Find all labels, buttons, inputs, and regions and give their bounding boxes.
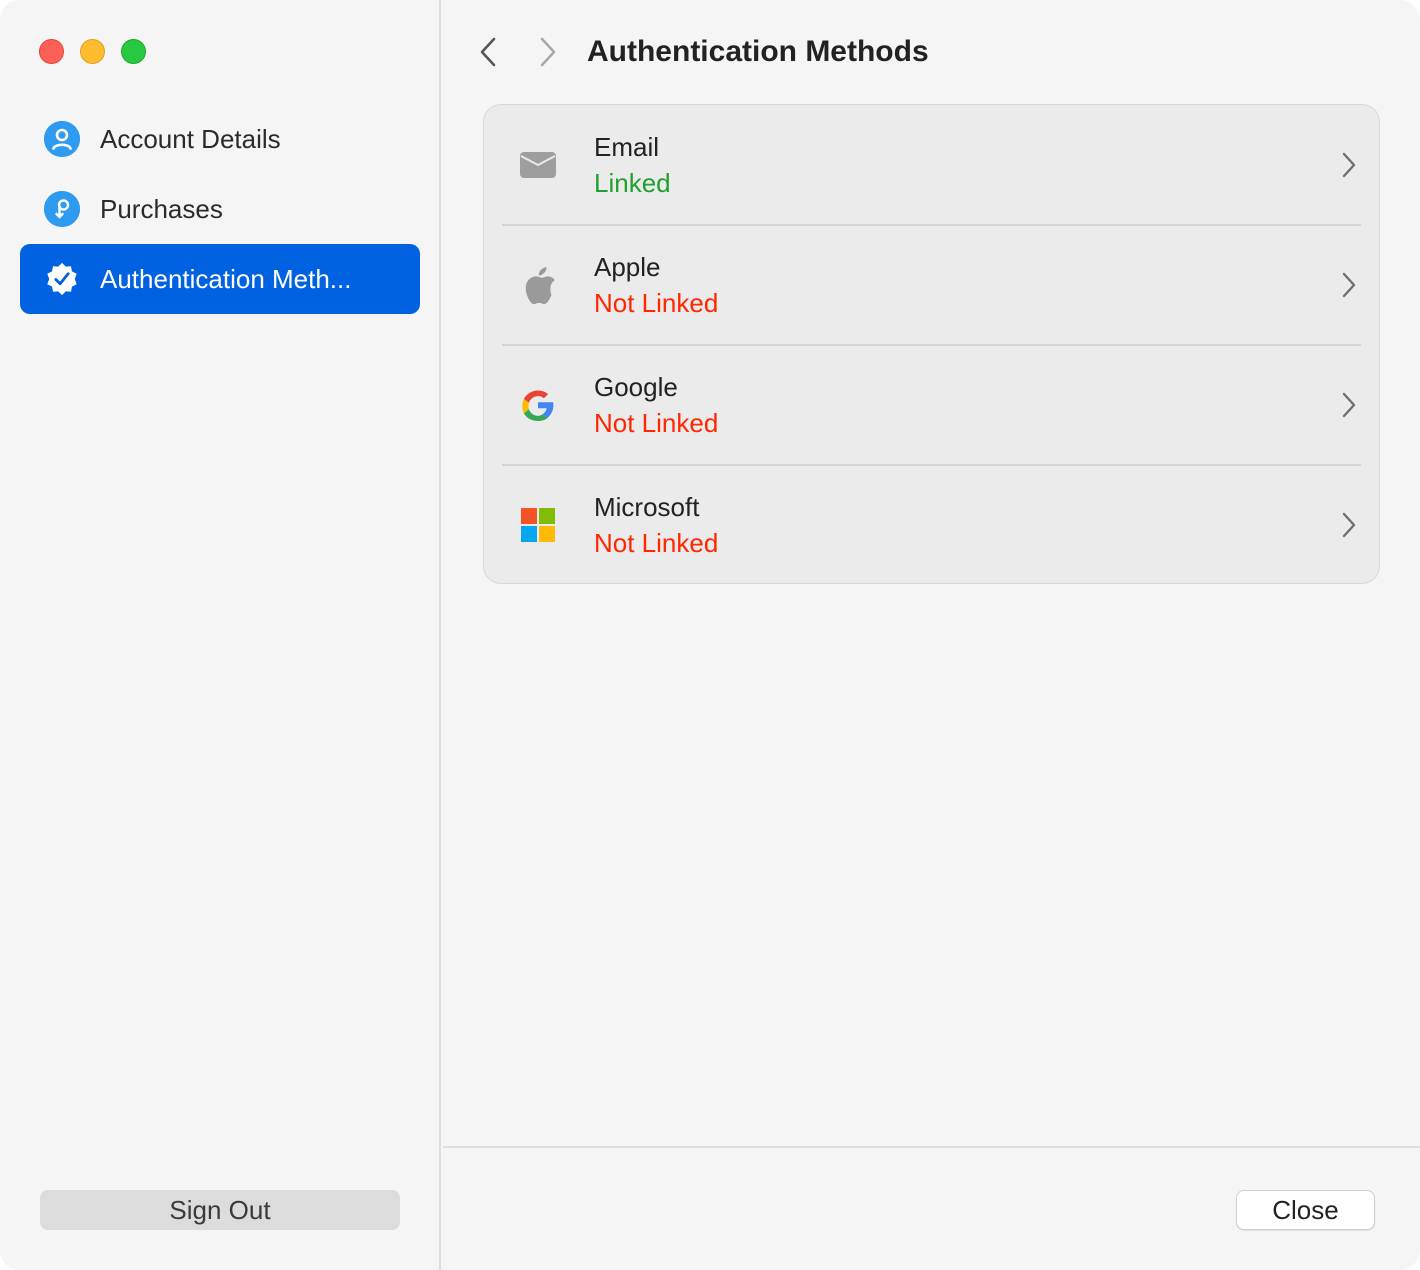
sidebar-item-label: Account Details [100, 123, 281, 154]
sidebar-item-label: Authentication Meth... [100, 263, 352, 294]
auth-method-row-microsoft[interactable]: Microsoft Not Linked [484, 465, 1379, 585]
auth-method-status: Not Linked [594, 528, 719, 558]
back-button[interactable] [471, 34, 505, 70]
auth-method-status: Not Linked [594, 408, 719, 438]
page-title: Authentication Methods [587, 35, 929, 68]
microsoft-logo-icon [518, 505, 558, 545]
zoom-window-button[interactable] [121, 39, 146, 64]
minimize-window-button[interactable] [80, 39, 105, 64]
purchases-icon [44, 191, 80, 227]
sidebar: Account Details Purchases Authentication… [0, 0, 441, 1270]
sidebar-item-account-details[interactable]: Account Details [20, 104, 420, 174]
chevron-right-icon [1337, 269, 1361, 301]
person-icon [44, 121, 80, 157]
close-window-button[interactable] [39, 39, 64, 64]
window-controls [39, 39, 146, 64]
auth-method-status: Linked [594, 168, 671, 198]
sidebar-item-authentication-methods[interactable]: Authentication Meth... [20, 244, 420, 314]
auth-method-row-apple[interactable]: Apple Not Linked [484, 225, 1379, 345]
toolbar: Authentication Methods [443, 30, 1420, 74]
auth-method-name: Microsoft [594, 492, 700, 522]
footer-divider [443, 1146, 1420, 1148]
chevron-right-icon [1337, 389, 1361, 421]
google-logo-icon [518, 385, 558, 425]
auth-method-name: Apple [594, 252, 661, 282]
sidebar-item-purchases[interactable]: Purchases [20, 174, 420, 244]
auth-method-row-google[interactable]: Google Not Linked [484, 345, 1379, 465]
chevron-right-icon [1337, 149, 1361, 181]
main-pane: Authentication Methods Email Linked Appl… [443, 0, 1420, 1270]
auth-method-name: Email [594, 132, 660, 162]
sidebar-item-label: Purchases [100, 193, 223, 224]
auth-method-name: Google [594, 372, 678, 402]
verified-badge-icon [44, 261, 80, 297]
auth-methods-list: Email Linked Apple Not Linked Google Not… [483, 104, 1380, 584]
auth-method-status: Not Linked [594, 288, 719, 318]
close-button[interactable]: Close [1236, 1190, 1375, 1230]
chevron-right-icon [540, 37, 556, 67]
sign-out-button[interactable]: Sign Out [40, 1190, 400, 1230]
apple-logo-icon [518, 265, 558, 305]
chevron-right-icon [1337, 509, 1361, 541]
settings-window: Account Details Purchases Authentication… [0, 0, 1420, 1270]
auth-method-row-email[interactable]: Email Linked [484, 105, 1379, 225]
envelope-icon [518, 145, 558, 185]
chevron-left-icon [480, 37, 496, 67]
sidebar-nav: Account Details Purchases Authentication… [20, 104, 420, 314]
forward-button[interactable] [531, 34, 565, 70]
